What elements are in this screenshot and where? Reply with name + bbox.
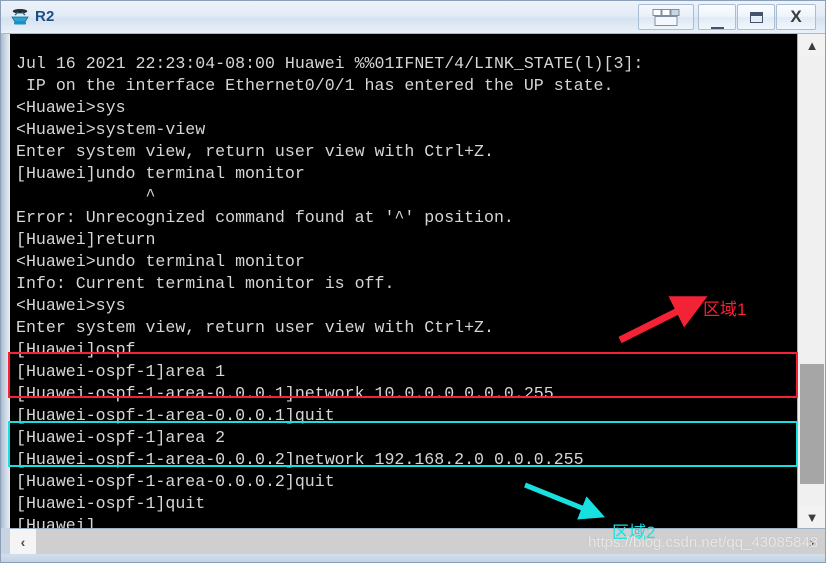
scroll-down-icon[interactable]: ▼ — [799, 506, 825, 528]
console-area: Jul 16 2021 22:23:04-08:00 Huawei %%01IF… — [1, 34, 825, 562]
window-preview-label — [639, 5, 693, 29]
terminal-output-pane[interactable]: Jul 16 2021 22:23:04-08:00 Huawei %%01IF… — [10, 34, 797, 528]
watermark: https://blog.csdn.net/qq_43085848 — [588, 534, 819, 551]
window-titlebar[interactable]: R2 X — [1, 1, 825, 34]
scroll-left-icon[interactable]: ‹ — [10, 529, 36, 554]
minimize-button[interactable] — [698, 4, 736, 30]
terminal-text: Jul 16 2021 22:23:04-08:00 Huawei %%01IF… — [16, 53, 644, 528]
terminal-window: R2 X Jul 16 2021 22:23:04-08:00 Huawei %… — [0, 0, 826, 563]
maximize-icon — [738, 5, 774, 29]
maximize-button[interactable] — [737, 4, 775, 30]
window-preview-button[interactable] — [638, 4, 694, 30]
window-title: R2 — [35, 8, 55, 25]
minimize-icon — [699, 5, 735, 34]
vertical-scrollbar[interactable]: ▲ ▼ — [797, 34, 825, 528]
window-left-edge — [1, 34, 10, 528]
scroll-up-icon[interactable]: ▲ — [799, 34, 825, 56]
close-button[interactable]: X — [776, 4, 816, 30]
window-bottom-strip — [1, 554, 825, 562]
close-icon: X — [790, 7, 802, 26]
router-icon — [9, 6, 31, 28]
vertical-scrollbar-thumb[interactable] — [800, 364, 824, 484]
